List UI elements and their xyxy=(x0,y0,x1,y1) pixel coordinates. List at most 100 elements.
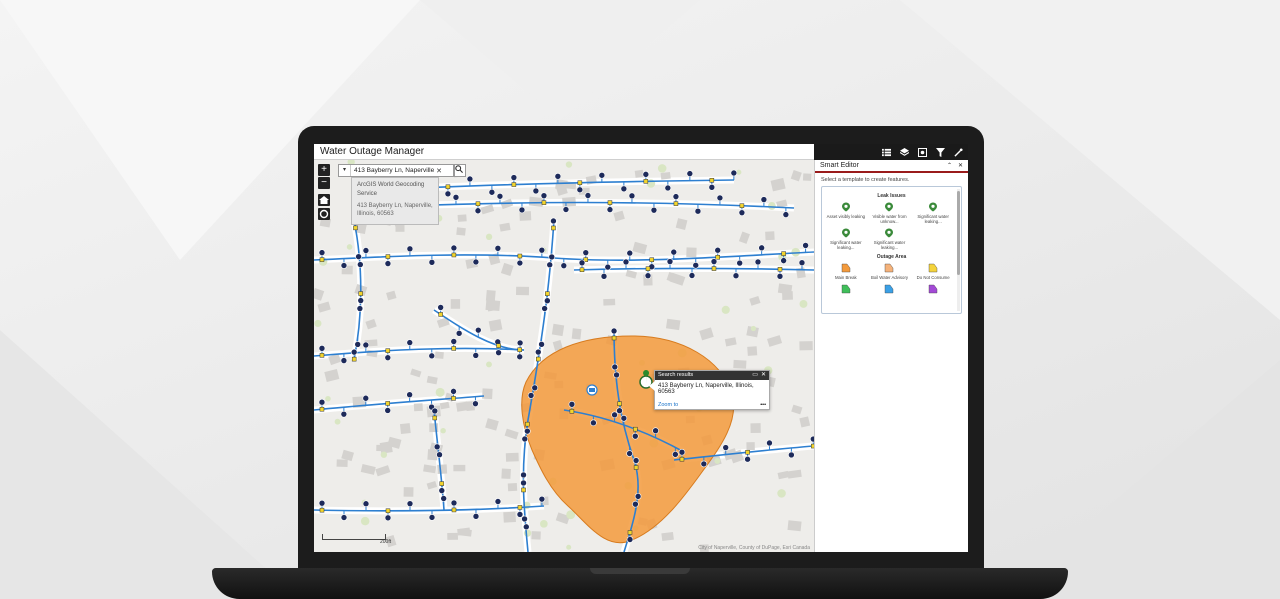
dock-icon[interactable]: ▭ xyxy=(752,371,758,380)
template-item[interactable]: Significant water leaking... xyxy=(911,202,955,224)
service-node xyxy=(672,193,680,200)
building xyxy=(439,401,450,410)
service-node xyxy=(678,448,686,456)
tree xyxy=(721,305,730,314)
template-item[interactable]: Boil Water Advisory xyxy=(868,263,912,280)
scale-bar xyxy=(322,534,386,540)
home-button[interactable] xyxy=(318,194,330,206)
tree xyxy=(565,161,573,168)
search-source-dropdown[interactable]: ▾ xyxy=(339,165,351,176)
service-node xyxy=(692,261,700,269)
group-title-leak-issues: Leak Issues xyxy=(877,193,906,199)
service-node xyxy=(606,206,614,213)
building xyxy=(341,449,355,462)
map-view[interactable]: + − ▾ ✕ ArcGIS World Geocoding Service 4… xyxy=(314,160,814,552)
app-screen: Water Outage Manager + − ▾ 413 Bayberry … xyxy=(314,144,968,552)
template-item[interactable]: Significant water leaking... xyxy=(868,228,912,250)
basemap-icon[interactable] xyxy=(918,147,927,157)
template-item[interactable]: Visible water from unknow... xyxy=(868,202,912,224)
layers-icon[interactable] xyxy=(900,147,909,157)
valve-marker xyxy=(319,406,325,412)
popup-address: 413 Bayberry Ln, Naperville, Illinois, 6… xyxy=(658,383,754,395)
template-scroll-thumb[interactable] xyxy=(957,191,960,275)
service-node xyxy=(760,196,768,203)
service-node xyxy=(521,435,529,443)
zoom-out-button[interactable]: − xyxy=(318,177,330,189)
building xyxy=(767,335,783,347)
valve-marker xyxy=(432,415,438,421)
valve-marker xyxy=(536,356,541,362)
building xyxy=(426,375,438,385)
service-node xyxy=(672,451,679,458)
template-item[interactable]: Main Break xyxy=(824,263,868,280)
template-item[interactable] xyxy=(824,284,868,296)
building xyxy=(802,173,812,181)
service-node xyxy=(632,432,639,440)
service-node xyxy=(714,246,722,254)
template-item[interactable]: Asset visibly leaking xyxy=(824,202,868,224)
service-node xyxy=(782,211,790,218)
building xyxy=(501,468,511,479)
service-node xyxy=(357,297,365,304)
edit-icon[interactable] xyxy=(954,147,963,157)
building xyxy=(634,169,644,178)
filter-icon[interactable] xyxy=(936,147,945,157)
more-actions-icon[interactable]: ••• xyxy=(760,402,766,408)
valve-marker xyxy=(679,456,685,462)
building xyxy=(528,196,544,207)
service-node xyxy=(766,439,773,447)
service-node xyxy=(632,500,639,508)
search-input[interactable] xyxy=(351,165,435,176)
service-node xyxy=(472,258,480,266)
service-node xyxy=(433,443,441,451)
polygon-icon xyxy=(885,284,894,294)
zoom-in-button[interactable]: + xyxy=(318,164,330,176)
search-clear-icon[interactable]: ✕ xyxy=(435,167,443,175)
template-item[interactable] xyxy=(911,284,955,296)
valve-marker xyxy=(633,426,638,432)
building xyxy=(437,464,448,474)
tree xyxy=(566,544,572,550)
polygon-icon xyxy=(841,263,851,273)
tree xyxy=(750,325,757,332)
map-attribution: City of Naperville, County of DuPage, Es… xyxy=(698,545,810,551)
building xyxy=(365,318,377,330)
valve-marker xyxy=(319,353,325,358)
popup-footer: Zoom to ••• xyxy=(655,398,769,408)
service-node xyxy=(488,188,496,196)
scale-label: 200ft xyxy=(380,539,392,545)
building xyxy=(403,487,414,497)
building xyxy=(507,483,518,492)
building xyxy=(632,241,648,255)
building xyxy=(434,351,444,359)
suggestion-item[interactable]: 413 Bayberry Ln, Naperville, Illinois, 6… xyxy=(357,202,433,218)
building xyxy=(426,480,438,490)
valve-marker xyxy=(385,508,391,514)
service-node xyxy=(362,247,370,254)
list-icon[interactable] xyxy=(882,148,891,157)
valve-marker xyxy=(709,178,715,183)
laptop-notch xyxy=(590,568,690,574)
search-icon xyxy=(455,165,463,173)
template-label: Boil Water Advisory xyxy=(870,275,909,280)
template-item[interactable]: Do Not Consume xyxy=(911,263,955,280)
search-button[interactable] xyxy=(454,164,466,177)
service-node xyxy=(626,450,633,457)
service-node xyxy=(384,260,392,267)
service-node xyxy=(518,206,526,214)
locate-button[interactable] xyxy=(318,208,330,220)
valve-marker xyxy=(385,348,391,353)
template-item[interactable]: Significant water leaking... xyxy=(824,228,868,250)
close-panel-icon[interactable]: ✕ xyxy=(958,162,963,169)
zoom-to-link[interactable]: Zoom to xyxy=(658,402,678,408)
valve-marker xyxy=(451,252,457,258)
close-icon[interactable]: ✕ xyxy=(761,371,766,380)
collapse-icon[interactable]: ⌃ xyxy=(947,162,952,169)
template-item[interactable] xyxy=(868,284,912,296)
building xyxy=(686,247,697,258)
service-node xyxy=(716,194,724,202)
valve-marker xyxy=(451,396,456,401)
service-node xyxy=(384,407,392,414)
service-node xyxy=(548,253,556,261)
building xyxy=(746,442,755,451)
